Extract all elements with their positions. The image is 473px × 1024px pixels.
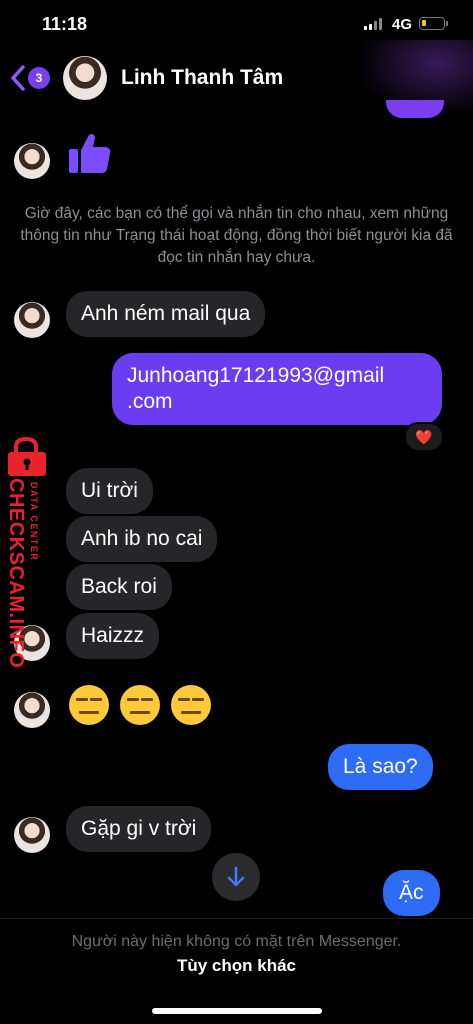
battery-icon <box>419 17 445 30</box>
status-time: 11:18 <box>42 14 88 34</box>
network-type: 4G <box>392 16 413 33</box>
heart-reaction[interactable]: ❤️ <box>404 422 444 452</box>
back-chevron-icon[interactable] <box>10 64 26 97</box>
message-bubble-incoming[interactable]: Back roi <box>66 564 172 610</box>
home-indicator[interactable] <box>152 1008 322 1014</box>
contact-avatar[interactable] <box>63 56 107 100</box>
info-text: Giờ đây, các bạn có thể gọi và nhắn tin … <box>20 205 453 266</box>
divider <box>0 918 473 919</box>
message-bubble-incoming[interactable]: Anh ib no cai <box>66 516 218 562</box>
message-bubble-incoming[interactable]: Gặp gi v trời <box>66 806 212 852</box>
avatar <box>14 817 50 853</box>
arrow-down-icon <box>227 866 245 887</box>
avatar <box>14 143 50 179</box>
battery-cap <box>446 21 448 26</box>
more-options-link[interactable]: Tùy chọn khác <box>0 956 473 976</box>
scroll-down-button[interactable] <box>212 853 260 901</box>
message-bubble-outgoing[interactable]: Junhoang17121993@gmail .com <box>112 353 442 425</box>
watermark-brand: CHECKSCAM.INFO <box>5 478 27 669</box>
previous-message-bubble <box>386 100 444 118</box>
watermark-subtitle: DATA CENTER <box>29 482 39 562</box>
signal-icon <box>364 18 384 30</box>
lock-icon <box>4 436 50 482</box>
message-bubble-outgoing[interactable]: Là sao? <box>328 744 433 790</box>
expressionless-face-icon[interactable] <box>69 685 109 725</box>
message-bubble-incoming[interactable]: Ui trời <box>66 468 153 514</box>
expressionless-face-icon[interactable] <box>120 685 160 725</box>
message-bubble-incoming[interactable]: Anh ném mail qua <box>66 291 266 337</box>
avatar <box>14 302 50 338</box>
message-bubble-outgoing[interactable]: Ặc <box>383 870 440 916</box>
message-bubble-incoming[interactable]: Haizzz <box>66 613 160 659</box>
expressionless-face-icon[interactable] <box>171 685 211 725</box>
contact-name[interactable]: Linh Thanh Tâm <box>121 66 283 90</box>
offline-notice: Người này hiện không có mặt trên Messeng… <box>71 933 402 950</box>
thumbs-up-icon[interactable] <box>67 131 113 182</box>
avatar <box>14 692 50 728</box>
unread-count-badge[interactable]: 3 <box>28 67 50 89</box>
